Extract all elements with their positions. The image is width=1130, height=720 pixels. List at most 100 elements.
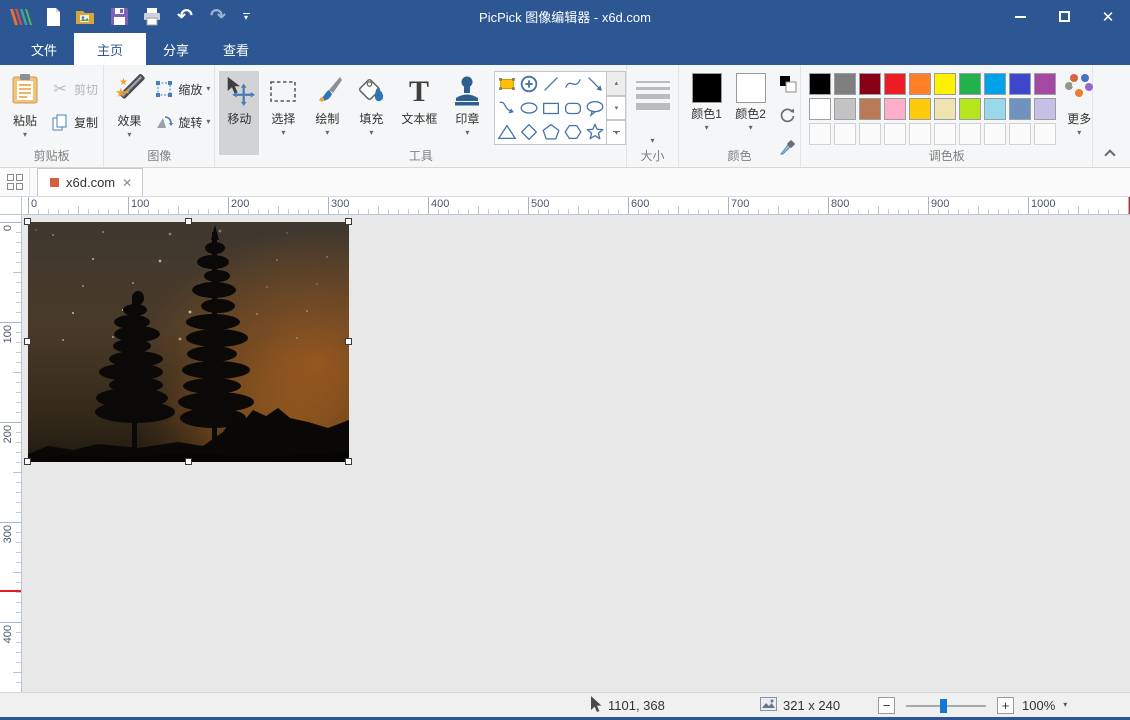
palette-swatch-0-4-ff7f27[interactable] [909, 73, 931, 95]
palette-swatch-0-7-00a2e8[interactable] [984, 73, 1006, 95]
selection-handle-0[interactable] [24, 218, 31, 225]
shape-curve-arrow[interactable] [495, 96, 517, 120]
copy-button[interactable]: 复制 [50, 112, 98, 132]
shapes-scroll-down-icon[interactable]: ▾ [607, 96, 626, 121]
menu-tab-4[interactable]: 查看 [206, 33, 266, 65]
redo-icon[interactable]: ↷ [206, 5, 230, 29]
palette-swatch-2-2-empty[interactable] [859, 123, 881, 145]
document-tab[interactable]: x6d.com ✕ [37, 168, 143, 196]
palette-swatch-2-1-empty[interactable] [834, 123, 856, 145]
shape-curve[interactable] [562, 72, 584, 96]
cut-button[interactable]: ✂ 剪切 [50, 79, 98, 99]
selection-handle-4[interactable] [345, 338, 352, 345]
shape-arrow[interactable] [584, 72, 606, 96]
palette-swatch-0-9-a349a4[interactable] [1034, 73, 1056, 95]
group-size[interactable]: ▾ 大小 [627, 65, 678, 167]
maximize-button[interactable] [1042, 0, 1086, 33]
shapes-scroll-up-icon[interactable]: ▴ [607, 71, 626, 96]
zoom-level-button[interactable]: 100% ▾ [1022, 693, 1067, 717]
zoom-slider-thumb[interactable] [940, 699, 947, 713]
palette-swatch-1-8-7092be[interactable] [1009, 98, 1031, 120]
shape-pentagon[interactable] [540, 120, 562, 144]
tool-select-button[interactable]: 选择▾ [263, 71, 303, 155]
palette-swatch-1-6-b5e61d[interactable] [959, 98, 981, 120]
tool-fill-button[interactable]: 填充▾ [351, 71, 391, 155]
tab-list-button[interactable] [0, 168, 30, 196]
selection-handle-3[interactable] [24, 338, 31, 345]
palette-swatch-2-9-empty[interactable] [1034, 123, 1056, 145]
palette-swatch-2-3-empty[interactable] [884, 123, 906, 145]
palette-swatch-1-3-ffaec9[interactable] [884, 98, 906, 120]
palette-swatch-0-1-7f7f7f[interactable] [834, 73, 856, 95]
selection-handle-7[interactable] [345, 458, 352, 465]
zoom-slider[interactable] [906, 697, 986, 714]
more-colors-button[interactable]: 更多 ▾ [1062, 71, 1096, 137]
palette-swatch-2-6-empty[interactable] [959, 123, 981, 145]
canvas-area[interactable] [22, 215, 1130, 692]
selection-handle-6[interactable] [185, 458, 192, 465]
palette-swatch-1-7-99d9ea[interactable] [984, 98, 1006, 120]
new-file-icon[interactable] [41, 5, 65, 29]
menu-tab-1[interactable]: 文件 [14, 33, 74, 65]
close-button[interactable]: ✕ [1086, 0, 1130, 33]
collapse-ribbon-icon[interactable] [1105, 149, 1116, 160]
resize-button[interactable]: 缩放 ▾ [154, 79, 210, 99]
paste-button[interactable]: 粘贴 ▾ [2, 71, 48, 139]
palette-swatch-0-2-880015[interactable] [859, 73, 881, 95]
tool-stamp-button[interactable]: 印章▾ [447, 71, 487, 155]
tool-draw-button[interactable]: 绘制▾ [307, 71, 347, 155]
shape-circle-plus[interactable] [518, 72, 540, 96]
tool-text-button[interactable]: T文本框 [395, 71, 443, 155]
shape-speech-bubble[interactable] [584, 96, 606, 120]
tool-move-button[interactable]: 移动 [219, 71, 259, 155]
palette-swatch-1-1-c3c3c3[interactable] [834, 98, 856, 120]
zoom-out-button[interactable]: − [878, 697, 895, 714]
minimize-button[interactable] [998, 0, 1042, 33]
menu-tab-2[interactable]: 主页 [74, 33, 146, 65]
swap-colors-icon[interactable] [779, 75, 797, 98]
palette-swatch-0-3-ed1c24[interactable] [884, 73, 906, 95]
shape-ellipse[interactable] [518, 96, 540, 120]
shape-star[interactable] [584, 120, 606, 144]
palette-swatch-1-9-c8bfe7[interactable] [1034, 98, 1056, 120]
palette-swatch-1-5-efe4b0[interactable] [934, 98, 956, 120]
palette-swatch-0-6-22b14c[interactable] [959, 73, 981, 95]
print-icon[interactable] [140, 5, 164, 29]
selection-handle-1[interactable] [185, 218, 192, 225]
selection-handle-5[interactable] [24, 458, 31, 465]
selection-handle-2[interactable] [345, 218, 352, 225]
tab-close-icon[interactable]: ✕ [122, 176, 132, 190]
h-ruler-tick-700: 700 [731, 198, 749, 210]
menu-tab-3[interactable]: 分享 [146, 33, 206, 65]
shape-line[interactable] [540, 72, 562, 96]
palette-swatch-2-4-empty[interactable] [909, 123, 931, 145]
palette-swatch-2-8-empty[interactable] [1009, 123, 1031, 145]
save-icon[interactable] [107, 5, 131, 29]
palette-swatch-2-5-empty[interactable] [934, 123, 956, 145]
shape-diamond[interactable] [518, 120, 540, 144]
shape-hexagon[interactable] [562, 120, 584, 144]
rotate-button[interactable]: 旋转 ▾ [154, 112, 210, 132]
shape-selected-fill-rect[interactable] [495, 72, 517, 96]
shape-rounded-rectangle[interactable] [562, 96, 584, 120]
effects-button[interactable]: ★ ★ ★ 效果 ▾ [106, 71, 152, 139]
palette-swatch-0-0-000000[interactable] [809, 73, 831, 95]
zoom-in-button[interactable]: + [997, 697, 1014, 714]
shapes-more-icon[interactable]: ▾ [607, 120, 626, 145]
palette-swatch-1-2-b97a57[interactable] [859, 98, 881, 120]
color1-button[interactable]: 颜色1 ▾ [685, 71, 729, 132]
color2-button[interactable]: 颜色2 ▾ [729, 71, 773, 132]
customize-toolbar-icon[interactable]: ▾ [239, 5, 253, 29]
palette-swatch-0-5-fff200[interactable] [934, 73, 956, 95]
open-file-icon[interactable] [74, 5, 98, 29]
canvas-image[interactable] [28, 222, 349, 462]
palette-swatch-2-0-empty[interactable] [809, 123, 831, 145]
palette-swatch-1-0-ffffff[interactable] [809, 98, 831, 120]
palette-swatch-2-7-empty[interactable] [984, 123, 1006, 145]
undo-icon[interactable]: ↶ [173, 5, 197, 29]
reset-colors-icon[interactable] [779, 107, 796, 129]
shape-triangle[interactable] [495, 120, 517, 144]
palette-swatch-1-4-ffc90e[interactable] [909, 98, 931, 120]
shape-rectangle[interactable] [540, 96, 562, 120]
palette-swatch-0-8-3f48cc[interactable] [1009, 73, 1031, 95]
